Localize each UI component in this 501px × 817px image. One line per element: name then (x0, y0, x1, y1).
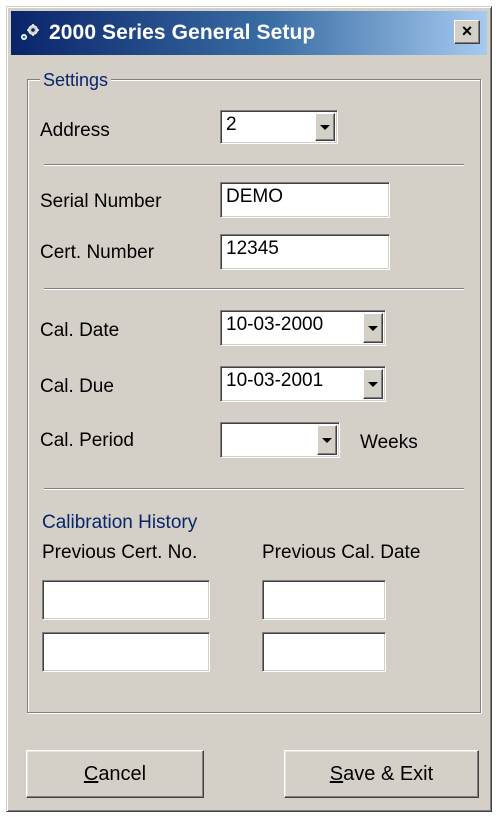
chevron-down-icon (320, 125, 330, 130)
cal-due-label: Cal. Due (40, 376, 114, 397)
previous-date-header: Previous Cal. Date (262, 542, 421, 563)
cal-due-value: 10-03-2001 (226, 370, 324, 391)
cal-period-dropdown-button[interactable] (317, 425, 337, 455)
settings-group-label: Settings (40, 70, 112, 91)
app-icon (21, 24, 39, 40)
address-select[interactable]: 2 (220, 110, 338, 144)
cal-period-label: Cal. Period (40, 430, 134, 451)
address-value: 2 (226, 114, 237, 135)
save-mnemonic: S (329, 763, 344, 785)
calibration-history-heading: Calibration History (42, 512, 198, 533)
cert-number-label: Cert. Number (40, 242, 155, 263)
setup-dialog: 2000 Series General Setup × Settings Add… (6, 6, 492, 812)
save-exit-button[interactable]: Save & Exit (284, 750, 479, 798)
address-label: Address (40, 120, 110, 141)
title-bar[interactable]: 2000 Series General Setup × (11, 11, 487, 55)
separator (44, 164, 464, 166)
cal-date-dropdown-button[interactable] (363, 313, 383, 343)
cancel-button[interactable]: Cancel (26, 750, 204, 798)
serial-number-label: Serial Number (40, 191, 162, 212)
cert-number-input[interactable]: 12345 (220, 234, 390, 270)
cancel-mnemonic: C (83, 763, 99, 785)
cal-due-dropdown-button[interactable] (363, 369, 383, 399)
serial-number-value: DEMO (226, 186, 283, 207)
previous-date-input[interactable] (262, 580, 386, 620)
cal-date-label: Cal. Date (40, 320, 120, 341)
cal-due-picker[interactable]: 10-03-2001 (220, 366, 386, 402)
separator (44, 288, 464, 290)
cancel-label: ancel (98, 763, 147, 785)
previous-cert-input[interactable] (42, 580, 210, 620)
cal-date-picker[interactable]: 10-03-2000 (220, 310, 386, 346)
chevron-down-icon (368, 382, 378, 387)
chevron-down-icon (322, 438, 332, 443)
cal-period-unit: Weeks (360, 432, 418, 453)
chevron-down-icon (368, 326, 378, 331)
previous-cert-input[interactable] (42, 632, 210, 672)
cal-period-select[interactable] (220, 422, 340, 458)
window-title: 2000 Series General Setup (49, 21, 316, 44)
close-icon: × (461, 21, 473, 41)
previous-cert-header: Previous Cert. No. (42, 542, 198, 563)
close-button[interactable]: × (454, 20, 480, 44)
save-exit-label: ave & Exit (343, 763, 434, 785)
previous-date-input[interactable] (262, 632, 386, 672)
serial-number-input[interactable]: DEMO (220, 182, 390, 218)
settings-group: Settings Address 2 Serial Number DEMO Ce… (27, 70, 481, 713)
cert-number-value: 12345 (226, 238, 279, 259)
separator (44, 488, 464, 490)
cal-date-value: 10-03-2000 (226, 314, 324, 335)
address-dropdown-button[interactable] (315, 113, 335, 141)
